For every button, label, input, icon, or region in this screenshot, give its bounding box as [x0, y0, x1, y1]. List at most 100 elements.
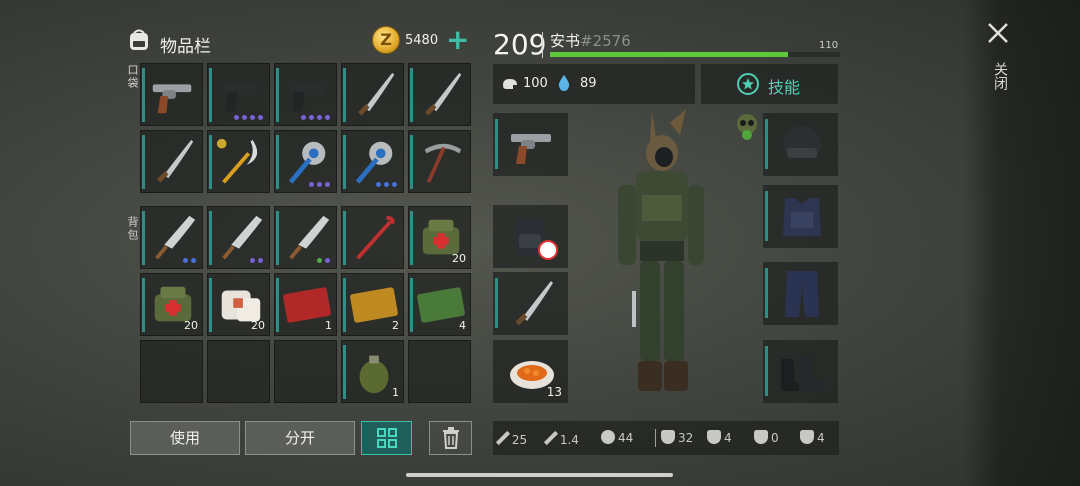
inventory-slot[interactable]: 1 [274, 273, 337, 336]
inventory-slot[interactable] [274, 130, 337, 193]
right-strip [964, 0, 1080, 486]
inventory-slot[interactable] [207, 63, 270, 126]
pistol-icon [221, 82, 259, 112]
attack-speed-icon [543, 430, 559, 446]
inventory-slot[interactable] [207, 340, 270, 403]
item-qty: 20 [251, 319, 265, 332]
vitals-box: 100 89 [493, 64, 695, 104]
character-model [618, 109, 704, 391]
stat-move-value: 44 [618, 431, 634, 445]
item-qty: 20 [184, 319, 198, 332]
stat-damage: 25 [495, 430, 527, 447]
equip-slot-boots[interactable] [763, 340, 838, 403]
equip-slot-pants[interactable] [763, 262, 838, 325]
inventory-header: 物品栏 Z 5480 + [120, 20, 475, 60]
split-button[interactable]: 分开 [245, 421, 355, 455]
player-name-text: 安书 [550, 32, 581, 50]
grid-view-button[interactable] [361, 421, 412, 455]
inventory-slot[interactable]: 20 [207, 273, 270, 336]
running-icon [601, 430, 615, 444]
inventory-slot[interactable]: 1 [341, 340, 404, 403]
inventory-slot[interactable] [140, 206, 203, 269]
pocket-label: 口袋 [126, 64, 139, 90]
stat-bar: 25 1.4 44 32 4 0 4 [493, 421, 839, 455]
sword-icon [495, 430, 511, 446]
quality-dots [234, 115, 263, 120]
player-level: 209 [493, 28, 547, 61]
equip-slot-helmet[interactable] [763, 113, 838, 176]
inventory-slot[interactable] [274, 340, 337, 403]
stat-cold: 4 [707, 430, 732, 445]
skills-button[interactable]: 技能 [701, 64, 838, 104]
tactical-backpack-icon [515, 218, 558, 260]
trash-icon [442, 427, 459, 449]
stat-armor-value: 32 [678, 431, 694, 445]
stat-move: 44 [601, 430, 633, 445]
inventory-slot[interactable] [140, 130, 203, 193]
inventory-slot[interactable] [341, 130, 404, 193]
item-qty: 1 [325, 319, 332, 332]
equip-slot-armor[interactable] [763, 185, 838, 248]
quality-dots [309, 182, 330, 187]
inventory-slot[interactable] [408, 63, 471, 126]
machete-icon [424, 72, 462, 116]
skills-label: 技能 [768, 78, 801, 97]
toxic-shield-icon [800, 430, 814, 444]
saw-mace-icon [355, 141, 393, 184]
equip-slot-food[interactable]: 13 [493, 340, 568, 403]
backpack-grid: 20 20 20 1 2 4 1 [140, 206, 471, 403]
inventory-slot[interactable]: 2 [341, 273, 404, 336]
revolver-icon [511, 134, 551, 164]
cleaver-icon [222, 215, 263, 260]
use-button[interactable]: 使用 [130, 421, 240, 455]
player-name: 安书#2576 [550, 30, 631, 51]
crowbar-icon [356, 215, 395, 260]
pants-icon [785, 271, 819, 317]
inventory-slot[interactable] [341, 63, 404, 126]
water-value: 89 [580, 76, 597, 91]
quality-dots [317, 258, 330, 263]
xp-max: 110 [819, 40, 839, 51]
close-icon[interactable] [985, 20, 1011, 46]
inventory-slot[interactable] [140, 340, 203, 403]
pocket-grid [140, 63, 471, 193]
divider [542, 32, 543, 58]
gasmask-icon [737, 114, 757, 140]
machete-icon [357, 72, 395, 116]
backpack-label: 背包 [126, 216, 139, 242]
inventory-slot[interactable] [274, 206, 337, 269]
quality-dots [376, 182, 397, 187]
close-label[interactable]: 关闭 [990, 62, 1010, 90]
trash-button[interactable] [429, 421, 472, 455]
pistol-icon [288, 82, 326, 112]
hunger-value: 100 [523, 76, 548, 91]
quality-dots [301, 115, 330, 120]
inventory-slot[interactable]: 20 [140, 273, 203, 336]
armor-vest-icon [783, 198, 821, 236]
snowflake-shield-icon [707, 430, 721, 444]
item-qty: 2 [392, 319, 399, 332]
xp-bar-fill [550, 52, 788, 57]
revolver-icon [152, 84, 192, 114]
inventory-slot[interactable] [341, 206, 404, 269]
inventory-slot[interactable] [207, 130, 270, 193]
inventory-slot[interactable] [140, 63, 203, 126]
helmet-icon [783, 126, 821, 158]
equip-slot-backpack[interactable] [493, 205, 568, 268]
inventory-title: 物品栏 [160, 37, 211, 57]
stat-speed-value: 1.4 [559, 433, 579, 447]
food-qty: 13 [546, 385, 562, 399]
inventory-slot[interactable]: 4 [408, 273, 471, 336]
add-coins-button[interactable]: + [446, 23, 469, 56]
inventory-slot[interactable] [408, 340, 471, 403]
equip-slot-melee[interactable] [493, 272, 568, 335]
inventory-slot[interactable] [274, 63, 337, 126]
equip-slot-weapon[interactable] [493, 113, 568, 176]
home-indicator[interactable] [406, 473, 673, 477]
machete-icon [156, 139, 194, 183]
quality-dots [250, 258, 263, 263]
quality-dots [183, 258, 196, 263]
inventory-slot[interactable]: 20 [408, 206, 471, 269]
inventory-slot[interactable] [207, 206, 270, 269]
inventory-slot[interactable] [408, 130, 471, 193]
